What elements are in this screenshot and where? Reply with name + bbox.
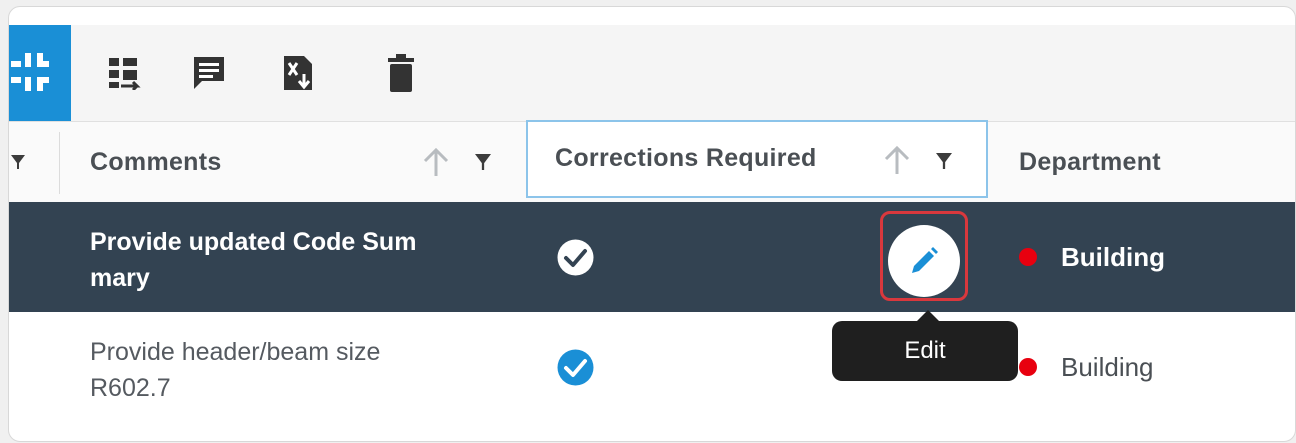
column-separator xyxy=(59,132,60,194)
comment-line: R602.7 xyxy=(90,374,171,402)
column-header-comments[interactable]: Comments xyxy=(90,122,222,202)
delete-button[interactable] xyxy=(381,53,421,93)
filter-icon xyxy=(475,154,491,170)
toolbar xyxy=(9,25,1295,121)
department-header-area: Department xyxy=(999,122,1295,202)
column-title-corrections-required: Corrections Required xyxy=(555,144,817,172)
department-cell: Building xyxy=(1019,312,1154,422)
column-title-department: Department xyxy=(1019,147,1161,176)
excel-export-icon xyxy=(284,56,312,90)
check-circle-icon xyxy=(557,239,594,276)
table-row[interactable]: Provide header/beam size R602.7 Building xyxy=(9,312,1295,422)
column-title-comments: Comments xyxy=(90,147,222,176)
collapse-button[interactable] xyxy=(9,25,71,121)
excel-export-button[interactable] xyxy=(279,53,319,93)
column-header-corrections-required[interactable]: Corrections Required xyxy=(526,120,988,198)
edit-tooltip: Edit xyxy=(832,321,1018,381)
comment-cell: Provide header/beam size R602.7 xyxy=(90,334,520,406)
department-cell: Building xyxy=(1019,202,1165,312)
sort-ascending-icon xyxy=(423,147,449,176)
status-dot xyxy=(1019,358,1037,376)
department-value: Building xyxy=(1061,241,1165,272)
filter-icon[interactable] xyxy=(936,153,952,169)
workflow-icon xyxy=(109,58,141,90)
filter-icon xyxy=(11,155,25,169)
department-value: Building xyxy=(1061,351,1154,382)
column-header-department[interactable]: Department xyxy=(1019,122,1161,202)
comment-line: Provide header/beam size xyxy=(90,338,381,366)
grid-window: Comments Corrections Required Department… xyxy=(8,6,1296,442)
comment-button[interactable] xyxy=(189,53,229,93)
comment-cell: Provide updated Code Sum mary xyxy=(90,224,520,296)
comments-sort-button[interactable] xyxy=(422,122,450,202)
collapse-icon xyxy=(11,53,49,91)
sort-ascending-icon[interactable] xyxy=(883,144,911,176)
check-circle-icon xyxy=(557,349,594,386)
table-row-selected[interactable]: Provide updated Code Sum mary Building xyxy=(9,202,1295,312)
edit-button-highlight xyxy=(880,211,968,301)
comment-line: mary xyxy=(90,264,150,292)
workflow-button[interactable] xyxy=(104,53,144,93)
comment-icon xyxy=(194,57,224,89)
delete-icon xyxy=(388,54,414,92)
comment-line: Provide updated Code Sum xyxy=(90,228,417,256)
prev-column-filter[interactable] xyxy=(11,122,25,202)
status-dot xyxy=(1019,248,1037,266)
comments-filter-button[interactable] xyxy=(475,122,491,202)
